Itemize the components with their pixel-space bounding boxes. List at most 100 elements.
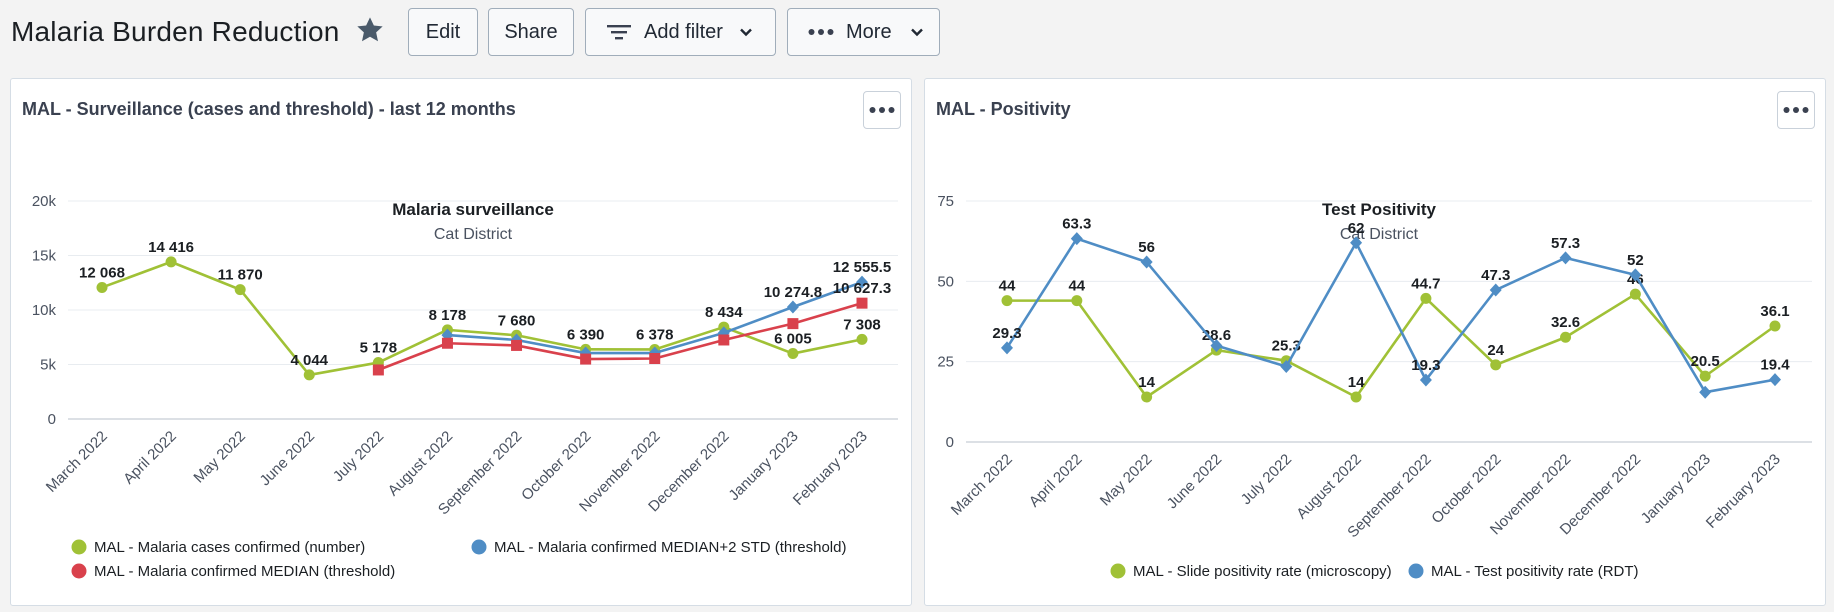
chevron-down-icon — [910, 28, 923, 37]
y-tick-label: 50 — [937, 273, 954, 290]
data-point — [787, 318, 799, 330]
x-tick-label: April 2022 — [120, 428, 180, 488]
y-tick-label: 25 — [937, 354, 954, 371]
series-line — [1005, 237, 1776, 394]
data-label: 10 627.3 — [833, 280, 891, 297]
legend-swatch — [1408, 563, 1424, 579]
x-tick-label: June 2022 — [1164, 451, 1226, 513]
data-label: 12 068 — [79, 264, 125, 281]
data-point — [1071, 295, 1083, 307]
y-tick-label: 0 — [48, 411, 56, 428]
data-label: 57.3 — [1551, 235, 1580, 252]
legend-label: MAL - Malaria confirmed MEDIAN+2 STD (th… — [494, 539, 846, 556]
x-tick-label: March 2022 — [43, 428, 111, 496]
share-label: Share — [504, 20, 558, 43]
data-point — [1350, 391, 1362, 403]
surveillance-panel: MAL - Surveillance (cases and threshold)… — [10, 78, 912, 606]
data-label: 52 — [1627, 252, 1644, 269]
data-label: 8 434 — [705, 304, 743, 321]
legend-swatch — [71, 539, 87, 555]
x-tick-label: March 2022 — [948, 451, 1016, 519]
data-label: 29.3 — [992, 325, 1021, 342]
data-point — [856, 333, 868, 345]
chart-title: Malaria surveillance — [392, 200, 554, 219]
data-label: 5 178 — [360, 340, 398, 357]
y-tick-label: 5k — [40, 357, 56, 374]
data-label: 44 — [1068, 278, 1085, 295]
data-point — [1001, 295, 1013, 307]
edit-button[interactable]: Edit — [408, 8, 478, 56]
data-label: 14 — [1348, 374, 1365, 391]
data-label: 10 274.8 — [764, 284, 822, 301]
data-label: 44 — [999, 278, 1016, 295]
more-button[interactable]: More — [787, 8, 940, 56]
add-filter-button[interactable]: Add filter — [585, 8, 776, 56]
data-label: 19.4 — [1760, 357, 1790, 374]
data-point — [511, 339, 523, 351]
data-point — [1769, 320, 1781, 332]
chevron-down-icon — [740, 28, 752, 37]
legend-item: MAL - Malaria confirmed MEDIAN (threshol… — [71, 563, 395, 580]
data-label: 7 308 — [843, 316, 881, 333]
x-tick-label: June 2022 — [257, 428, 319, 490]
data-label: 6 378 — [636, 326, 674, 343]
legend-label: MAL - Malaria confirmed MEDIAN (threshol… — [94, 563, 395, 580]
data-point — [96, 281, 108, 293]
data-label: 14 416 — [148, 239, 194, 256]
data-label: 47.3 — [1481, 267, 1510, 284]
share-button[interactable]: Share — [488, 8, 574, 56]
data-point — [1559, 251, 1572, 265]
surveillance-chart: Malaria surveillance Cat District 0 5k 10k 15… — [32, 193, 898, 580]
data-point — [1141, 391, 1153, 403]
legend-item: MAL - Slide positivity rate (microscopy) — [1110, 563, 1392, 580]
dashboard-header: Malaria Burden Reduction Edit Share Add … — [0, 0, 1834, 70]
data-label: 4 044 — [290, 352, 328, 369]
data-label: 6 390 — [567, 326, 605, 343]
data-point — [234, 284, 246, 296]
more-dots-icon — [808, 29, 834, 35]
data-label: 8 178 — [429, 307, 467, 324]
data-label: 14 — [1138, 374, 1155, 391]
x-tick-label: May 2022 — [1097, 451, 1156, 510]
x-tick-label: October 2022 — [518, 428, 594, 504]
more-label: More — [846, 20, 892, 43]
y-tick-label: 75 — [937, 193, 954, 210]
data-label: 62 — [1348, 220, 1365, 237]
data-label: 36.1 — [1760, 303, 1789, 320]
x-tick-label: October 2022 — [1428, 451, 1504, 527]
legend-label: MAL - Test positivity rate (RDT) — [1431, 563, 1639, 580]
filter-icon — [607, 25, 631, 40]
x-tick-label: April 2022 — [1026, 451, 1086, 511]
data-point — [1769, 373, 1781, 387]
data-point — [441, 337, 453, 349]
data-label: 56 — [1138, 239, 1155, 256]
legend-item: MAL - Malaria confirmed MEDIAN+2 STD (th… — [471, 539, 846, 556]
data-label: 6 005 — [774, 331, 812, 348]
edit-label: Edit — [425, 20, 461, 43]
data-label: 20.5 — [1691, 353, 1720, 370]
data-point — [1560, 331, 1572, 343]
chart-title: Test Positivity — [1322, 200, 1437, 219]
legend-swatch — [71, 563, 87, 579]
data-point — [1420, 292, 1432, 304]
data-label: 32.6 — [1551, 314, 1580, 331]
data-point — [1490, 359, 1502, 371]
x-tick-label: August 2022 — [385, 428, 457, 500]
legend-item: MAL - Malaria cases confirmed (number) — [71, 539, 365, 556]
chart-subtitle: Cat District — [434, 226, 513, 243]
data-point — [165, 256, 177, 268]
legend-label: MAL - Slide positivity rate (microscopy) — [1133, 563, 1392, 580]
legend-swatch — [1110, 563, 1126, 579]
add-filter-label: Add filter — [644, 20, 723, 43]
data-label: 19.3 — [1411, 357, 1440, 374]
y-tick-label: 15k — [32, 248, 57, 265]
star-icon[interactable] — [354, 14, 386, 46]
data-label: 63.3 — [1062, 216, 1091, 233]
x-tick-label: July 2022 — [330, 428, 387, 485]
legend-swatch — [471, 539, 487, 555]
data-point — [303, 369, 315, 381]
data-label: 24 — [1487, 342, 1504, 359]
x-tick-label: July 2022 — [1238, 451, 1295, 508]
data-point — [649, 353, 661, 365]
series-2: 29.3 63.3 56 62 19.3 47.3 57.3 52 19.4 — [992, 216, 1790, 399]
